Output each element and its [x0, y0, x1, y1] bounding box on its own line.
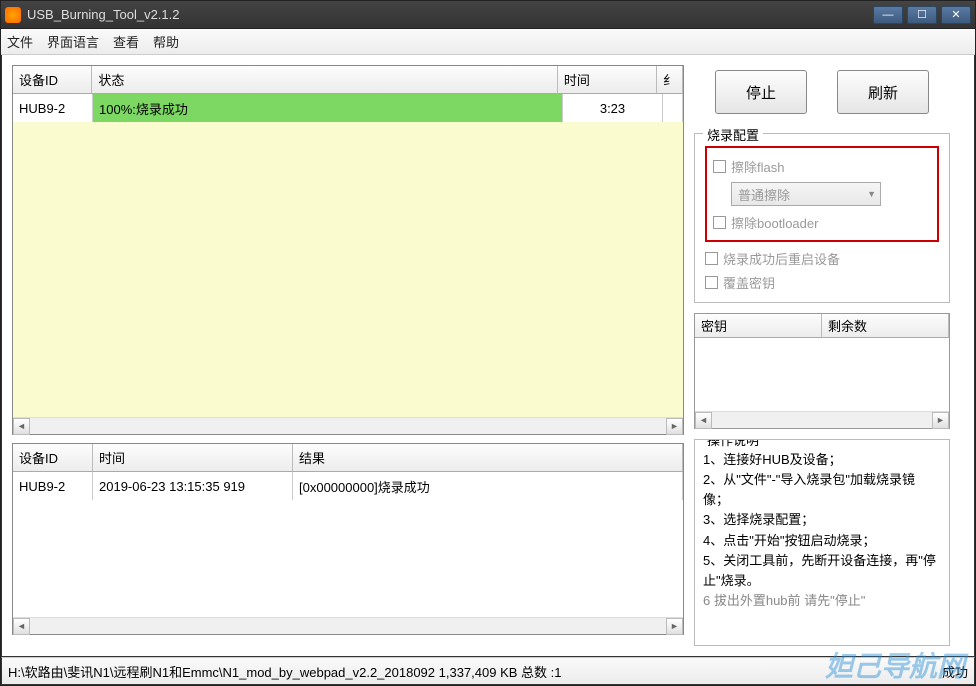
log-col-device-id[interactable]: 设备ID [13, 444, 93, 472]
log-grid-body: HUB9-2 2019-06-23 13:15:35 919 [0x000000… [13, 472, 683, 617]
erase-bootloader-row[interactable]: 擦除bootloader [713, 210, 931, 234]
col-status[interactable]: 状态 [92, 66, 558, 94]
col-trailing[interactable]: 纟 [657, 66, 683, 94]
erase-mode-combo[interactable]: 普通擦除 ▼ [731, 182, 881, 206]
device-status-grid: 设备ID 状态 时间 纟 HUB9-2 100%:烧录成功 3:23 ◄ [12, 65, 684, 435]
key-table-body [695, 338, 949, 411]
grid-header: 设备ID 状态 时间 纟 [13, 66, 683, 94]
scroll-track[interactable] [712, 412, 932, 429]
scroll-right-button[interactable]: ► [666, 618, 683, 635]
instructions-fieldset: 操作说明 1、连接好HUB及设备； 2、从"文件"-"导入烧录包"加载烧录镜像；… [694, 439, 950, 646]
overwrite-key-checkbox[interactable] [705, 276, 718, 289]
scroll-left-button[interactable]: ◄ [695, 412, 712, 429]
overwrite-key-row[interactable]: 覆盖密钥 [705, 270, 939, 294]
key-table-header: 密钥 剩余数 [695, 314, 949, 338]
action-buttons: 停止 刷新 [694, 65, 950, 119]
right-column: 停止 刷新 烧录配置 擦除flash 普通擦除 ▼ 擦除boo [694, 65, 950, 646]
menu-bar: 文件 界面语言 查看 帮助 [1, 29, 975, 55]
instruction-line: 3、选择烧录配置； [703, 510, 941, 530]
erase-flash-label: 擦除flash [731, 157, 784, 176]
erase-bootloader-checkbox[interactable] [713, 216, 726, 229]
menu-view[interactable]: 查看 [113, 32, 139, 51]
menu-language[interactable]: 界面语言 [47, 32, 99, 51]
client-area: 设备ID 状态 时间 纟 HUB9-2 100%:烧录成功 3:23 ◄ [1, 55, 975, 657]
grid-body: HUB9-2 100%:烧录成功 3:23 [13, 94, 683, 417]
refresh-button[interactable]: 刷新 [837, 70, 929, 114]
scroll-left-button[interactable]: ◄ [13, 418, 30, 435]
table-row[interactable]: HUB9-2 100%:烧录成功 3:23 [13, 94, 683, 122]
log-cell-device-id: HUB9-2 [13, 472, 93, 500]
left-column: 设备ID 状态 时间 纟 HUB9-2 100%:烧录成功 3:23 ◄ [12, 65, 684, 646]
scroll-track[interactable] [30, 418, 666, 435]
menu-file[interactable]: 文件 [7, 32, 33, 51]
menu-help[interactable]: 帮助 [153, 32, 179, 51]
reboot-after-label: 烧录成功后重启设备 [723, 249, 840, 268]
burn-config-legend: 烧录配置 [703, 125, 763, 144]
log-grid-header: 设备ID 时间 结果 [13, 444, 683, 472]
scroll-right-button[interactable]: ► [932, 412, 949, 429]
cell-device-id: HUB9-2 [13, 94, 93, 122]
status-success: 成功 [942, 662, 968, 681]
highlighted-options: 擦除flash 普通擦除 ▼ 擦除bootloader [705, 146, 939, 242]
instruction-line: 4、点击"开始"按钮启动烧录； [703, 531, 941, 551]
cell-status: 100%:烧录成功 [93, 94, 563, 122]
log-horizontal-scrollbar[interactable]: ◄ ► [13, 617, 683, 634]
window-title: USB_Burning_Tool_v2.1.2 [27, 7, 873, 22]
key-col-remain[interactable]: 剩余数 [822, 314, 949, 338]
log-cell-result: [0x00000000]烧录成功 [293, 472, 683, 500]
log-cell-time: 2019-06-23 13:15:35 919 [93, 472, 293, 500]
app-icon [5, 7, 21, 23]
title-bar: USB_Burning_Tool_v2.1.2 — ☐ ✕ [1, 1, 975, 29]
erase-mode-value: 普通擦除 [738, 185, 790, 204]
scroll-right-button[interactable]: ► [666, 418, 683, 435]
col-device-id[interactable]: 设备ID [13, 66, 92, 94]
log-grid: 设备ID 时间 结果 HUB9-2 2019-06-23 13:15:35 91… [12, 443, 684, 635]
overwrite-key-label: 覆盖密钥 [723, 273, 775, 292]
minimize-button[interactable]: — [873, 6, 903, 24]
erase-flash-row[interactable]: 擦除flash [713, 154, 931, 178]
instruction-line: 1、连接好HUB及设备； [703, 450, 941, 470]
scroll-left-button[interactable]: ◄ [13, 618, 30, 635]
log-col-result[interactable]: 结果 [293, 444, 683, 472]
window-controls: — ☐ ✕ [873, 6, 971, 24]
reboot-after-checkbox[interactable] [705, 252, 718, 265]
scroll-track[interactable] [30, 618, 666, 635]
status-bar: H:\软路由\斐讯N1\远程刷N1和Emmc\N1_mod_by_webpad_… [1, 657, 975, 685]
key-col-key[interactable]: 密钥 [695, 314, 822, 338]
log-col-time[interactable]: 时间 [93, 444, 293, 472]
instructions-legend: 操作说明 [703, 439, 763, 451]
table-row[interactable]: HUB9-2 2019-06-23 13:15:35 919 [0x000000… [13, 472, 683, 500]
horizontal-scrollbar[interactable]: ◄ ► [13, 417, 683, 434]
stop-button[interactable]: 停止 [715, 70, 807, 114]
status-path: H:\软路由\斐讯N1\远程刷N1和Emmc\N1_mod_by_webpad_… [8, 662, 942, 681]
cell-trailing [663, 94, 683, 122]
col-time[interactable]: 时间 [558, 66, 657, 94]
close-button[interactable]: ✕ [941, 6, 971, 24]
key-table: 密钥 剩余数 ◄ ► [694, 313, 950, 429]
instruction-line: 2、从"文件"-"导入烧录包"加载烧录镜像； [703, 470, 941, 510]
burn-config-fieldset: 烧录配置 擦除flash 普通擦除 ▼ 擦除bootloader [694, 133, 950, 303]
instruction-line: 6 拔出外置hub前 请先"停止" [703, 591, 941, 611]
cell-time: 3:23 [563, 94, 663, 122]
maximize-button[interactable]: ☐ [907, 6, 937, 24]
erase-bootloader-label: 擦除bootloader [731, 213, 818, 232]
erase-flash-checkbox[interactable] [713, 160, 726, 173]
reboot-after-row[interactable]: 烧录成功后重启设备 [705, 246, 939, 270]
key-horizontal-scrollbar[interactable]: ◄ ► [695, 411, 949, 428]
chevron-down-icon: ▼ [867, 189, 876, 199]
instruction-line: 5、关闭工具前，先断开设备连接，再"停止"烧录。 [703, 551, 941, 591]
